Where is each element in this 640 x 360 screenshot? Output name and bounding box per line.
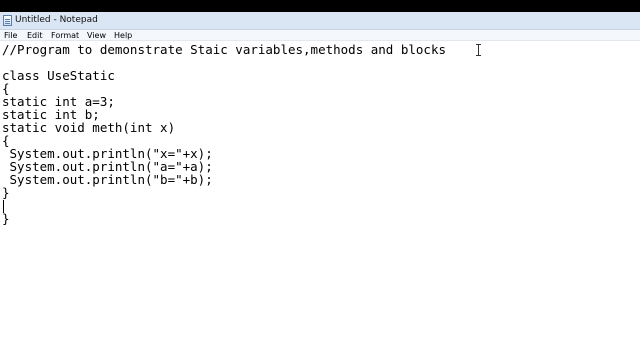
window-title: Untitled - Notepad	[15, 15, 98, 25]
menu-view[interactable]: View	[87, 30, 106, 41]
menu-file[interactable]: File	[4, 30, 17, 41]
text-editor-area[interactable]: //Program to demonstrate Staic variables…	[0, 41, 640, 360]
code-line-11: System.out.println("b="+b);	[2, 172, 213, 187]
code-line-7: static void meth(int x)	[2, 120, 176, 135]
notepad-icon[interactable]	[3, 15, 12, 26]
i-beam-cursor-icon	[476, 44, 482, 56]
code-line-12: }	[2, 185, 10, 200]
text-caret	[3, 200, 4, 213]
menu-bar: File Edit Format View Help	[0, 30, 640, 41]
menu-help[interactable]: Help	[114, 30, 132, 41]
menu-edit[interactable]: Edit	[27, 30, 43, 41]
screen-top-edge	[0, 0, 640, 12]
menu-format[interactable]: Format	[51, 30, 79, 41]
code-line-14: }	[2, 211, 10, 226]
code-line-3: class UseStatic	[2, 68, 115, 83]
title-bar[interactable]: Untitled - Notepad	[0, 12, 640, 30]
code-line-1: //Program to demonstrate Staic variables…	[2, 42, 447, 57]
